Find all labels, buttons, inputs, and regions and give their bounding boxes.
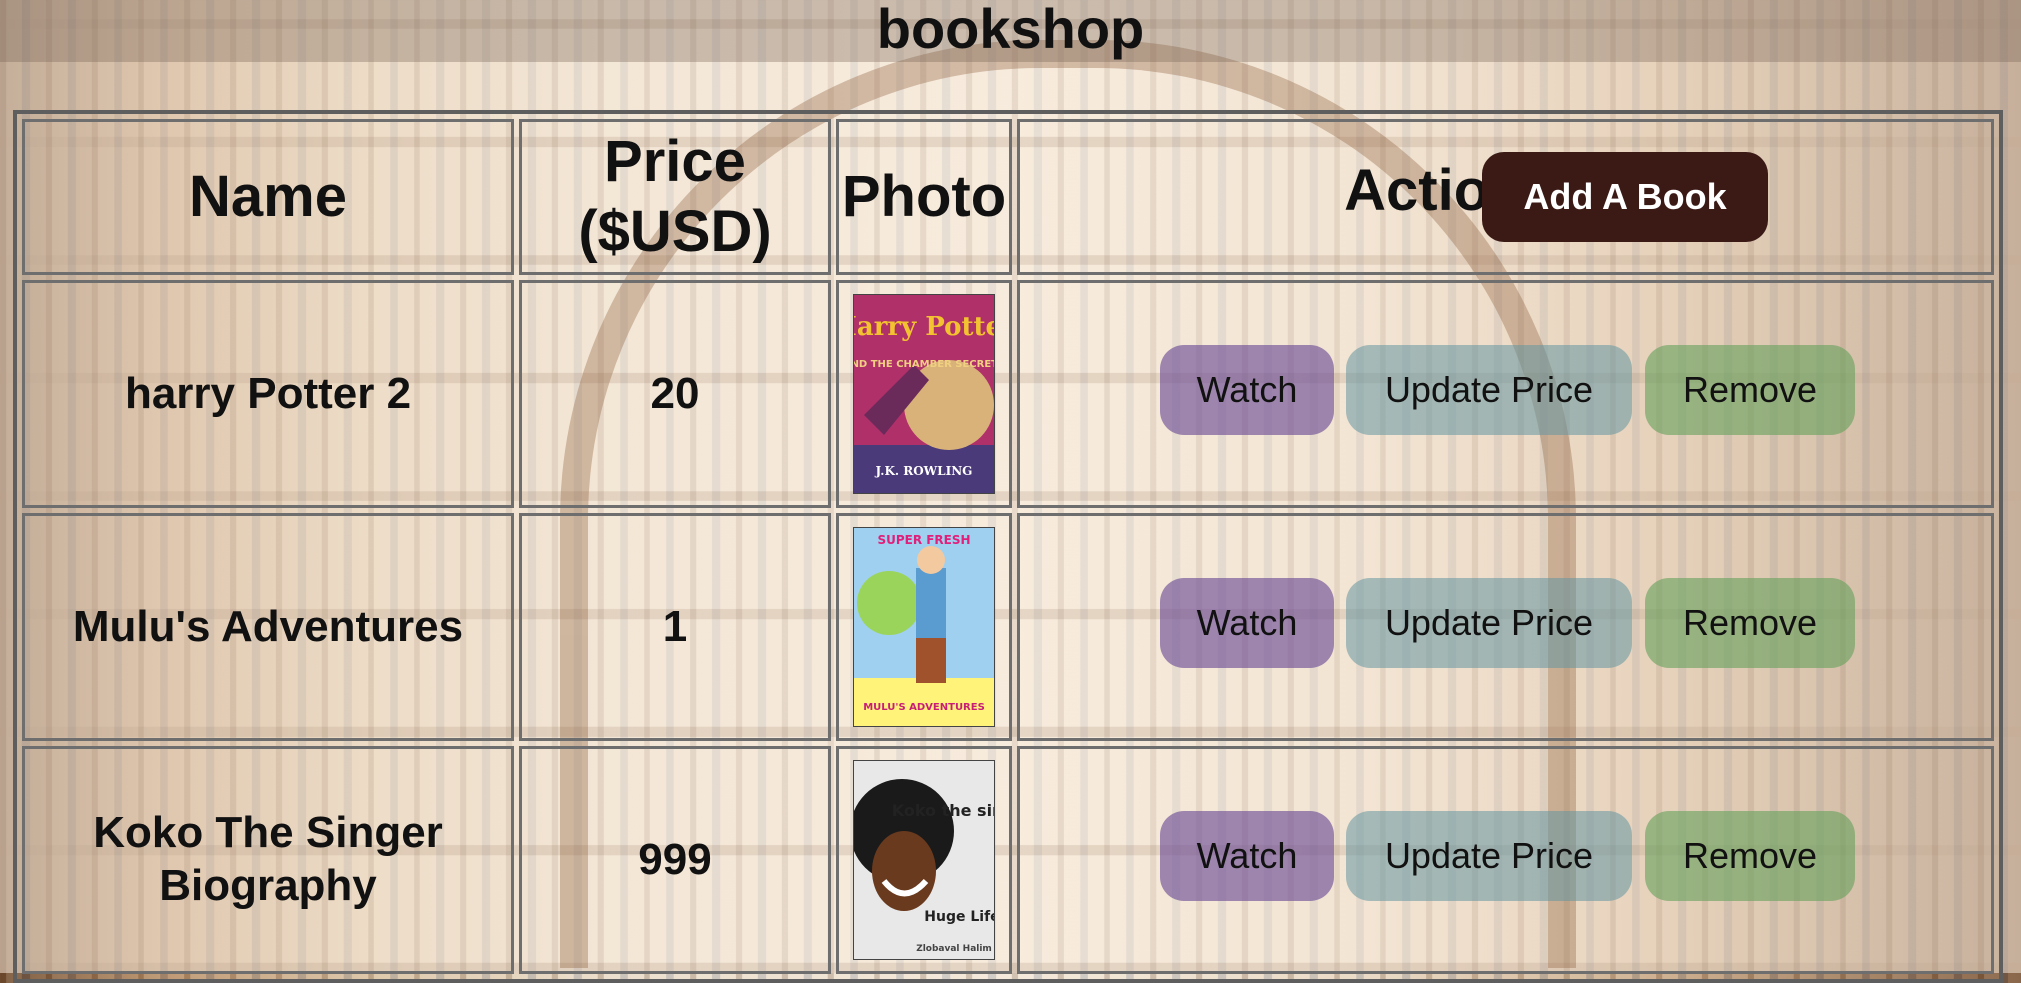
table-row: harry Potter 2 20 Harry Potter AND THE C… — [22, 280, 1994, 508]
header-price: Price ($USD) — [519, 119, 831, 275]
book-name: Mulu's Adventures — [22, 513, 514, 741]
page-title: bookshop — [876, 0, 1145, 60]
update-price-button[interactable]: Update Price — [1346, 578, 1632, 668]
book-price: 1 — [519, 513, 831, 741]
book-cover-image: Koko the singer- Huge Life Zlobaval Hali… — [853, 760, 995, 960]
row-actions: Watch Update Price Remove — [1017, 746, 1994, 974]
row-actions: Watch Update Price Remove — [1017, 280, 1994, 508]
table-row: Mulu's Adventures 1 SUPER FRESH MULU'S A… — [22, 513, 1994, 741]
add-book-button[interactable]: Add A Book — [1482, 152, 1768, 242]
header-price-label: Price ($USD) — [578, 129, 772, 264]
book-price: 20 — [519, 280, 831, 508]
cover-subtitle-text: MULU'S ADVENTURES — [863, 702, 985, 713]
book-photo-cell: Koko the singer- Huge Life Zlobaval Hali… — [836, 746, 1012, 974]
table-row: Koko The Singer Biography 999 Koko the s… — [22, 746, 1994, 974]
book-photo-cell: SUPER FRESH MULU'S ADVENTURES — [836, 513, 1012, 741]
cover-subtitle-text: Huge Life — [924, 909, 995, 925]
cover-title-text: Koko the singer- — [892, 801, 995, 820]
header-name: Name — [22, 119, 514, 275]
book-cover-image: Harry Potter AND THE CHAMBER SECRETS J.K… — [853, 294, 995, 494]
update-price-button[interactable]: Update Price — [1346, 345, 1632, 435]
watch-button[interactable]: Watch — [1160, 811, 1334, 901]
cover-author-text: Zlobaval Halim — [916, 944, 992, 954]
header-photo: Photo — [836, 119, 1012, 275]
book-name-text: Koko The Singer Biography — [93, 808, 443, 910]
book-price: 999 — [519, 746, 831, 974]
remove-button[interactable]: Remove — [1645, 811, 1855, 901]
update-price-button[interactable]: Update Price — [1346, 811, 1632, 901]
header-actions: Actions Add A Book — [1017, 119, 1994, 275]
remove-button[interactable]: Remove — [1645, 578, 1855, 668]
book-name: Koko The Singer Biography — [22, 746, 514, 974]
watch-button[interactable]: Watch — [1160, 578, 1334, 668]
cover-subtitle-text: AND THE CHAMBER SECRETS — [853, 359, 995, 370]
cover-author-text: J.K. ROWLING — [875, 464, 973, 478]
books-table: Name Price ($USD) Photo Actions Add A Bo… — [13, 110, 2003, 983]
cover-title-text: SUPER FRESH — [877, 533, 970, 547]
row-actions: Watch Update Price Remove — [1017, 513, 1994, 741]
header-row: Name Price ($USD) Photo Actions Add A Bo… — [22, 119, 1994, 275]
remove-button[interactable]: Remove — [1645, 345, 1855, 435]
cover-title-text: Harry Potter — [853, 312, 995, 342]
book-cover-image: SUPER FRESH MULU'S ADVENTURES — [853, 527, 995, 727]
book-photo-cell: Harry Potter AND THE CHAMBER SECRETS J.K… — [836, 280, 1012, 508]
book-name: harry Potter 2 — [22, 280, 514, 508]
watch-button[interactable]: Watch — [1160, 345, 1334, 435]
